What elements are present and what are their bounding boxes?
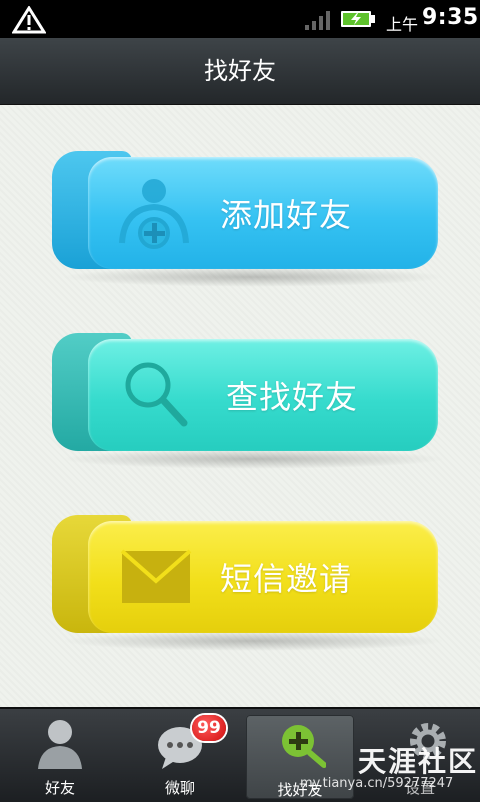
tab-label: 好友 <box>44 779 75 797</box>
find-friend-button[interactable]: 查找好友 <box>52 333 446 469</box>
envelope-icon <box>120 549 192 603</box>
tianya-watermark-logo: 天涯社区 <box>358 745 479 778</box>
add-friend-button[interactable]: 添加好友 <box>52 151 446 287</box>
sms-invite-label: 短信邀请 <box>220 560 353 598</box>
add-user-icon <box>119 179 189 249</box>
signal-icon <box>305 11 330 30</box>
person-icon <box>38 720 82 769</box>
warning-icon <box>12 6 46 34</box>
tab-friends[interactable]: 好友 <box>0 709 120 802</box>
status-ampm: 上午 <box>386 15 419 34</box>
find-friend-label: 查找好友 <box>226 378 359 416</box>
watermark-url: my.tianya.cn/59277247 <box>300 776 454 791</box>
tab-label: 微聊 <box>164 779 195 797</box>
unread-badge: 99 <box>192 715 226 741</box>
sms-invite-button[interactable]: 短信邀请 <box>52 515 446 651</box>
title-bar: 找好友 <box>0 38 480 105</box>
status-time: 9:35 <box>422 5 479 30</box>
page-title: 找好友 <box>204 57 276 85</box>
tab-chat[interactable]: 99 微聊 <box>120 709 240 802</box>
find-friend-icon <box>282 725 326 768</box>
main-content: 添加好友 查找好友 短信邀请 <box>0 105 480 707</box>
battery-charging-icon <box>341 11 375 27</box>
status-bar: 上午 9:35 <box>0 0 480 38</box>
add-friend-label: 添加好友 <box>220 196 353 234</box>
search-icon <box>125 362 188 427</box>
